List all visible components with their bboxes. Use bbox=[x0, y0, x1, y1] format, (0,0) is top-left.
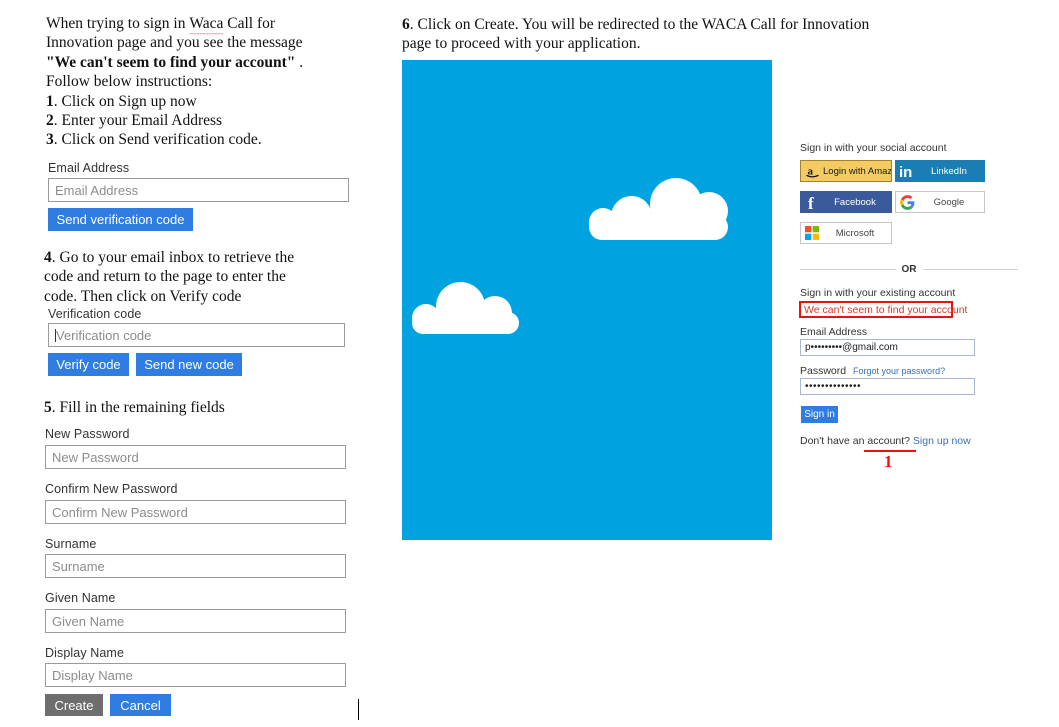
linkedin-icon: in bbox=[896, 161, 918, 181]
new-password-placeholder: New Password bbox=[52, 449, 139, 465]
step-6-line1: . Click on Create. You will be redirecte… bbox=[409, 16, 870, 33]
or-divider-line-right bbox=[922, 268, 1018, 270]
social-account-heading: Sign in with your social account bbox=[800, 142, 947, 154]
new-password-label: New Password bbox=[45, 427, 130, 441]
step-4-number: 4 bbox=[44, 249, 52, 266]
email-address-label: Email Address bbox=[48, 161, 130, 175]
social-button-amazon-label: Login with Amazon bbox=[823, 165, 891, 177]
step-3-text: . Click on Send verification code. bbox=[53, 131, 262, 149]
verification-code-placeholder: Verification code bbox=[56, 327, 152, 343]
panel-password-label: Password Forgot your password? bbox=[800, 365, 945, 377]
panel-password-input[interactable]: •••••••••••••• bbox=[800, 378, 975, 395]
given-name-input[interactable]: Given Name bbox=[45, 609, 346, 633]
step-4-paragraph: 4. Go to your email inbox to retrieve th… bbox=[44, 248, 359, 306]
confirm-new-password-input[interactable]: Confirm New Password bbox=[45, 500, 346, 524]
forgot-password-link[interactable]: Forgot your password? bbox=[853, 366, 945, 376]
signin-error-text: We can't seem to find your account bbox=[804, 303, 968, 316]
step-4-line1: . Go to your email inbox to retrieve the bbox=[51, 249, 295, 266]
social-button-facebook-label: Facebook bbox=[834, 196, 876, 208]
social-button-google-label: Google bbox=[933, 196, 965, 208]
cloud-mid-left-icon bbox=[412, 282, 519, 334]
page-root: When trying to sign in Waca Call for Inn… bbox=[0, 0, 1059, 727]
given-name-placeholder: Given Name bbox=[52, 613, 125, 629]
step-1-text: . Click on Sign up now bbox=[53, 92, 197, 110]
given-name-label: Given Name bbox=[45, 591, 116, 605]
surname-label: Surname bbox=[45, 537, 97, 551]
cancel-button[interactable]: Cancel bbox=[110, 694, 171, 716]
step-5-paragraph: 5. Fill in the remaining fields bbox=[44, 398, 359, 417]
step-6-paragraph: 6. Click on Create. You will be redirect… bbox=[402, 15, 922, 54]
step-2-number: 2 bbox=[46, 112, 54, 130]
step-5-number: 5 bbox=[44, 399, 52, 416]
signin-button[interactable]: Sign in bbox=[801, 406, 838, 423]
panel-password-label-text: Password bbox=[800, 365, 847, 377]
display-name-input[interactable]: Display Name bbox=[45, 663, 346, 687]
step-6-line2: page to proceed with your application. bbox=[402, 35, 641, 53]
panel-email-value: p•••••••••@gmail.com bbox=[805, 342, 898, 353]
hero-sky-image bbox=[402, 60, 772, 540]
sign-up-now-link[interactable]: Sign up now bbox=[913, 435, 971, 447]
step-2-text: . Enter your Email Address bbox=[53, 112, 223, 130]
social-button-linkedin[interactable]: in LinkedIn bbox=[895, 160, 985, 182]
intro-line2: Innovation page and you see the message bbox=[46, 34, 303, 52]
create-button[interactable]: Create bbox=[45, 694, 103, 716]
cloud-top-right-icon bbox=[589, 178, 728, 240]
step-1-number: 1 bbox=[46, 92, 54, 110]
annotation-number-1: 1 bbox=[884, 452, 893, 471]
new-password-input[interactable]: New Password bbox=[45, 445, 346, 469]
facebook-icon: f bbox=[801, 192, 823, 212]
document-text-caret bbox=[358, 699, 359, 720]
verification-code-label: Verification code bbox=[48, 307, 142, 321]
social-button-microsoft-label: Microsoft bbox=[835, 227, 875, 239]
svg-text:f: f bbox=[808, 194, 814, 211]
step-4-line2: code and return to the page to enter the bbox=[44, 268, 286, 286]
google-icon bbox=[896, 192, 918, 212]
email-address-input[interactable]: Email Address bbox=[48, 178, 349, 202]
step-6-number: 6 bbox=[402, 16, 410, 33]
or-divider-line-left bbox=[800, 268, 896, 270]
amazon-icon: a bbox=[801, 161, 823, 181]
or-divider-label: OR bbox=[901, 263, 917, 275]
panel-email-label: Email Address bbox=[800, 326, 868, 338]
intro-line1-b: Call for bbox=[223, 15, 276, 32]
or-divider: OR bbox=[800, 262, 1018, 276]
social-button-microsoft[interactable]: Microsoft bbox=[800, 222, 892, 244]
display-name-placeholder: Display Name bbox=[52, 667, 133, 683]
display-name-label: Display Name bbox=[45, 646, 125, 660]
confirm-new-password-label: Confirm New Password bbox=[45, 482, 178, 496]
confirm-new-password-placeholder: Confirm New Password bbox=[52, 504, 188, 520]
text-caret bbox=[55, 328, 56, 342]
verification-code-input[interactable]: Verification code bbox=[48, 323, 345, 347]
email-address-placeholder: Email Address bbox=[55, 182, 139, 198]
intro-period: . bbox=[295, 53, 304, 71]
intro-line4: Follow below instructions: bbox=[46, 73, 213, 91]
signin-error-message: We can't seem to find your account bbox=[799, 301, 967, 318]
social-button-facebook[interactable]: f Facebook bbox=[800, 191, 892, 213]
no-account-text: Don't have an account? bbox=[800, 435, 910, 447]
verify-code-button[interactable]: Verify code bbox=[48, 353, 129, 376]
intro-paragraph: When trying to sign in Waca Call for Inn… bbox=[46, 14, 356, 150]
send-verification-code-button[interactable]: Send verification code bbox=[48, 208, 193, 231]
surname-input[interactable]: Surname bbox=[45, 554, 346, 578]
panel-email-input[interactable]: p•••••••••@gmail.com bbox=[800, 339, 975, 356]
panel-password-value: •••••••••••••• bbox=[805, 381, 862, 392]
send-new-code-button[interactable]: Send new code bbox=[136, 353, 242, 376]
step-4-line3: code. Then click on Verify code bbox=[44, 287, 242, 305]
existing-account-heading: Sign in with your existing account bbox=[800, 287, 956, 299]
step-3-number: 3 bbox=[46, 131, 54, 149]
social-button-google[interactable]: Google bbox=[895, 191, 985, 213]
no-account-row: Don't have an account? Sign up now bbox=[800, 435, 971, 447]
quoted-error-message: "We can't seem to find your account" bbox=[46, 53, 296, 71]
social-button-linkedin-label: LinkedIn bbox=[931, 165, 967, 177]
misspelled-word-waca: Waca bbox=[189, 15, 224, 36]
surname-placeholder: Surname bbox=[52, 558, 105, 574]
microsoft-icon bbox=[801, 223, 823, 243]
social-button-amazon[interactable]: a Login with Amazon bbox=[800, 160, 892, 182]
step-5-text: . Fill in the remaining fields bbox=[51, 399, 225, 416]
svg-text:in: in bbox=[899, 164, 912, 180]
intro-line1-a: When trying to sign in bbox=[46, 15, 190, 32]
